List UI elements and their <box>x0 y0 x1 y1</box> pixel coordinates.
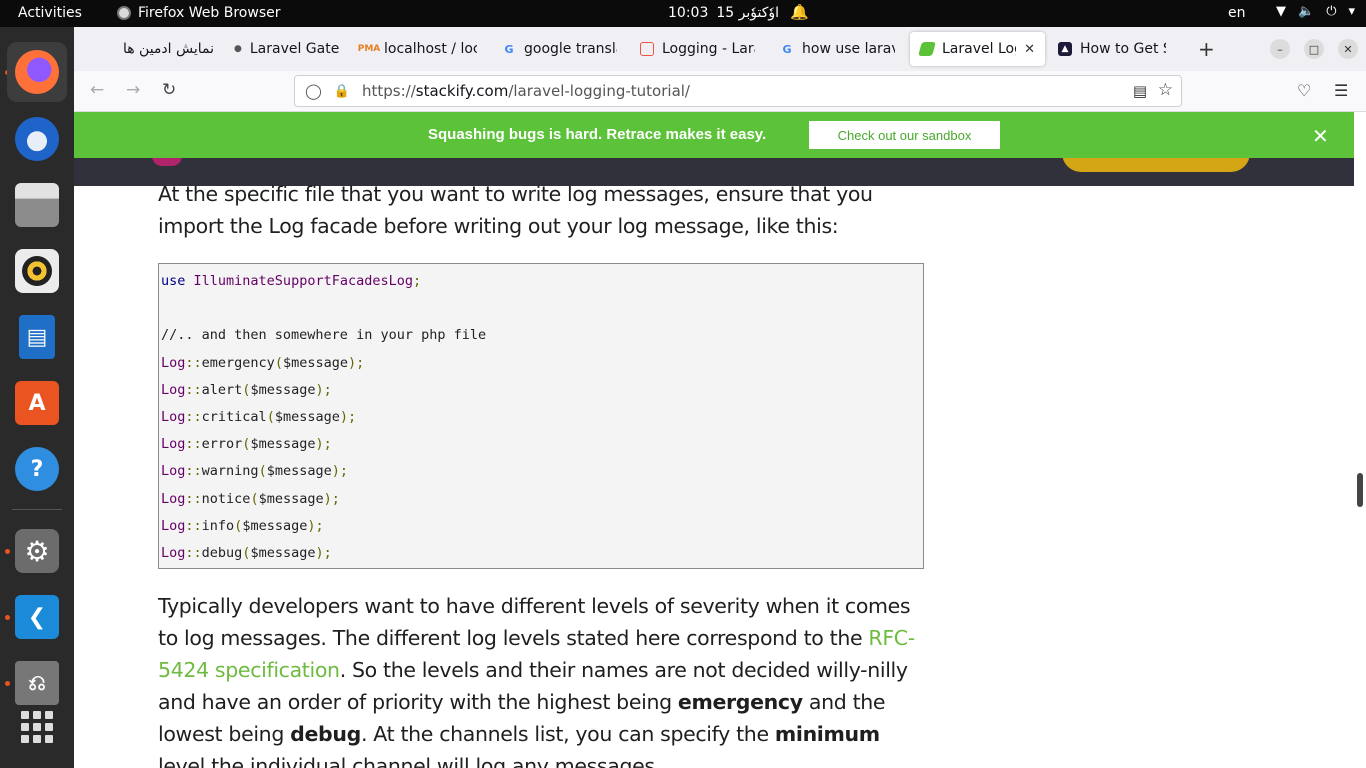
code-line: Log::emergency($message); <box>161 354 365 371</box>
libreoffice-writer-icon: ▤ <box>19 315 55 359</box>
back-arrow-icon[interactable]: ← <box>90 80 104 100</box>
settings-gear-icon: ⚙ <box>15 529 59 573</box>
laravel-icon <box>640 42 654 56</box>
intro-paragraph: At the specific file that you want to wr… <box>158 182 873 238</box>
stackify-icon <box>918 42 936 56</box>
code-line: Log::error($message); <box>161 436 332 453</box>
wifi-icon: ▼ <box>1276 4 1286 19</box>
code-line: use IlluminateSupportFacadesLog; <box>161 273 422 289</box>
banner-message: Squashing bugs is hard. Retrace makes it… <box>428 126 767 143</box>
notification-bell-icon[interactable]: 🔔 <box>790 3 809 21</box>
page-scrollbar[interactable] <box>1354 112 1366 768</box>
software-center-icon: A <box>15 381 59 425</box>
page-viewport: Squashing bugs is hard. Retrace makes it… <box>74 112 1366 768</box>
dock-rhythmbox[interactable] <box>7 241 67 301</box>
pocket-icon[interactable]: ♡ <box>1297 81 1311 100</box>
google-icon: G <box>782 42 792 56</box>
dock-settings[interactable]: ⚙ <box>7 521 67 581</box>
thunderbird-icon <box>15 117 59 161</box>
site-icon: ▲ <box>1058 42 1072 56</box>
forward-arrow-icon[interactable]: → <box>126 80 140 100</box>
tab-label: how use larave <box>802 41 895 57</box>
tracking-shield-icon[interactable]: ◯ <box>305 82 322 100</box>
code-line: Log::critical($message); <box>161 408 357 425</box>
dock-help[interactable]: ? <box>7 439 67 499</box>
vscode-icon: ❮ <box>15 595 59 639</box>
tab-phpmyadmin[interactable]: PMA localhost / loca <box>352 32 487 66</box>
app-name: Firefox Web Browser <box>138 5 281 21</box>
help-icon: ? <box>15 447 59 491</box>
code-line: Log::warning($message); <box>161 463 348 480</box>
dock-libreoffice-writer[interactable]: ▤ <box>7 307 67 367</box>
hamburger-menu-icon[interactable]: ☰ <box>1334 81 1348 100</box>
lock-icon[interactable]: 🔒 <box>334 84 350 99</box>
sandbox-button[interactable]: Check out our sandbox <box>809 121 1000 149</box>
dock-firefox[interactable] <box>7 42 67 102</box>
new-tab-plus-icon[interactable]: + <box>1198 37 1215 61</box>
clock[interactable]: 10:03 15 اوٗکتوٗبر <box>668 5 779 21</box>
chevron-down-icon: ▾ <box>1348 4 1356 19</box>
bookmark-star-icon[interactable]: ☆ <box>1158 80 1173 100</box>
close-banner-icon[interactable]: ✕ <box>1312 124 1329 148</box>
power-icon: ⏻ <box>1326 4 1337 19</box>
tab-stackify-active[interactable]: Laravel Logg ✕ <box>910 32 1045 66</box>
dock-separator <box>12 509 62 510</box>
reload-icon[interactable]: ↻ <box>162 80 176 100</box>
clock-time: 10:03 <box>668 5 709 21</box>
tab-label: Laravel Logg <box>942 41 1016 57</box>
firefox-small-icon <box>117 6 131 20</box>
tab-label: Logging - Larav <box>662 41 755 57</box>
dock-software[interactable]: A <box>7 373 67 433</box>
app-menu[interactable]: Firefox Web Browser <box>117 5 281 21</box>
tab-laravel-logging-docs[interactable]: Logging - Larav <box>630 32 765 66</box>
browser-nav-bar: ← → ↻ ◯ 🔒 https://stackify.com/laravel-l… <box>74 71 1366 112</box>
close-window-icon[interactable]: ✕ <box>1338 39 1358 59</box>
tab-admin-list[interactable]: نمایش ادمین ها <box>74 32 224 66</box>
dock-vscode[interactable]: ❮ <box>7 587 67 647</box>
tab-label: google transla <box>524 41 617 57</box>
promo-banner: Squashing bugs is hard. Retrace makes it… <box>74 112 1354 158</box>
dock-thunderbird[interactable] <box>7 109 67 169</box>
app-grid-icon <box>21 711 53 743</box>
close-tab-icon[interactable]: ✕ <box>1024 42 1035 57</box>
code-line: Log::notice($message); <box>161 490 340 507</box>
dot-icon: ● <box>234 44 242 54</box>
tab-google-translate[interactable]: G google transla <box>492 32 627 66</box>
system-top-bar: Activities Firefox Web Browser 10:03 15 … <box>0 0 1366 27</box>
url-text[interactable]: https://stackify.com/laravel-logging-tut… <box>362 82 690 100</box>
reader-view-icon[interactable]: ▤ <box>1133 82 1147 100</box>
code-line: Log::alert($message); <box>161 381 332 398</box>
browser-tab-bar: نمایش ادمین ها ● Laravel Gates a PMA loc… <box>74 27 1366 71</box>
log-levels-paragraph: Typically developers want to have differ… <box>158 594 915 768</box>
dock-files[interactable] <box>7 175 67 235</box>
volume-icon: 🔈 <box>1298 4 1315 19</box>
clock-date: 15 اوٗکتوٗبر <box>716 5 780 21</box>
code-block: use IlluminateSupportFacadesLog; //.. an… <box>158 263 924 569</box>
code-line: Log::info($message); <box>161 517 324 534</box>
rhythmbox-icon <box>15 249 59 293</box>
phpmyadmin-icon: PMA <box>357 44 381 54</box>
tab-label: localhost / loca <box>384 41 477 57</box>
firefox-icon <box>15 50 59 94</box>
tab-laravel-gates[interactable]: ● Laravel Gates a <box>224 32 350 66</box>
show-applications-button[interactable] <box>7 697 67 757</box>
minimize-icon[interactable]: – <box>1270 39 1290 59</box>
address-bar[interactable]: ◯ 🔒 https://stackify.com/laravel-logging… <box>294 75 1182 107</box>
maximize-icon[interactable]: □ <box>1304 39 1324 59</box>
activities-button[interactable]: Activities <box>18 5 82 21</box>
tab-google-search[interactable]: G how use larave <box>770 32 905 66</box>
tab-label: How to Get Sta <box>1080 41 1166 57</box>
code-comment: //.. and then somewhere in your php file <box>161 327 487 344</box>
tab-how-to-get-started[interactable]: ▲ How to Get Sta <box>1048 32 1176 66</box>
scrollbar-thumb[interactable] <box>1357 473 1363 507</box>
google-icon: G <box>504 42 514 56</box>
files-icon <box>15 183 59 227</box>
tab-label: Laravel Gates a <box>249 41 340 57</box>
language-indicator[interactable]: en <box>1228 5 1246 21</box>
system-tray[interactable]: ▼ 🔈 ⏻ ▾ <box>1276 4 1355 19</box>
code-line: Log::debug($message); <box>161 544 332 561</box>
dock: ▤ A ? ⚙ ❮ ⎌ <box>0 27 74 768</box>
tab-label: نمایش ادمین ها <box>122 41 214 57</box>
